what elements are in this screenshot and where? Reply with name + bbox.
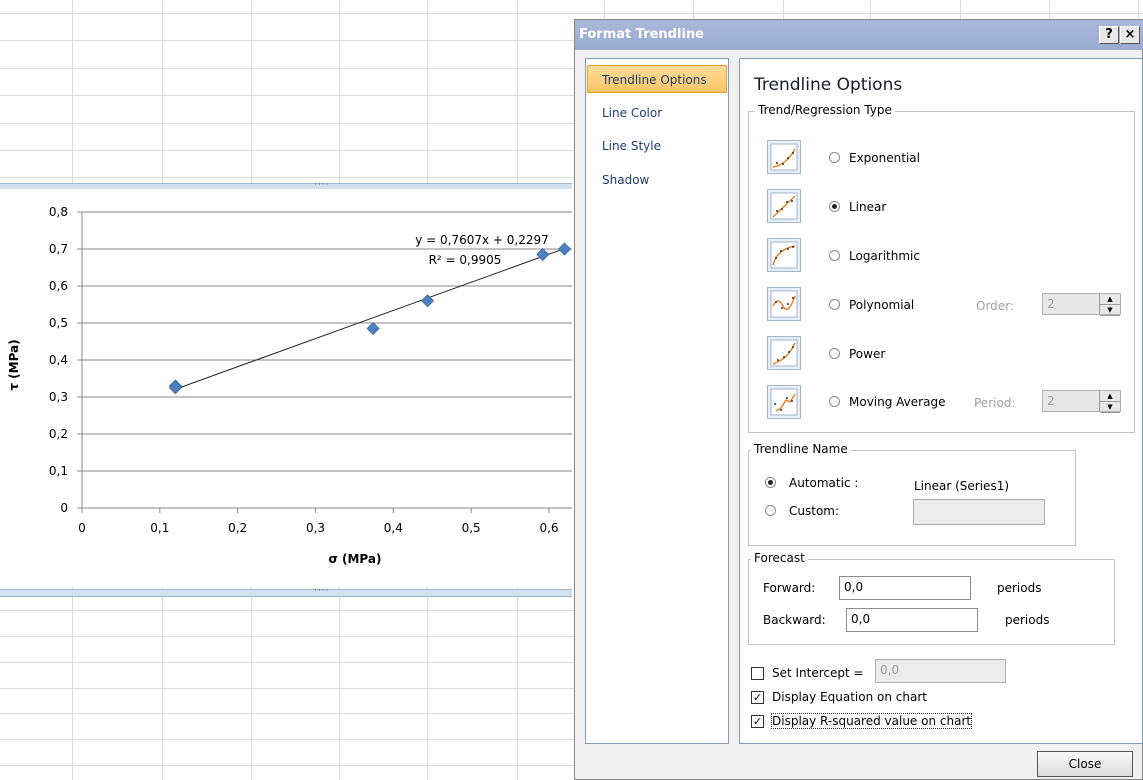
x-tick-label: 0 (78, 521, 86, 535)
linear-icon[interactable] (767, 189, 801, 223)
backward-unit: periods (1005, 613, 1050, 627)
exponential-icon[interactable] (767, 140, 801, 174)
y-tick-label: 0,1 (49, 464, 68, 478)
order-spinner: 2 ▲ ▼ (1042, 293, 1121, 316)
period-label: Period: (974, 396, 1016, 410)
custom-radio[interactable] (765, 505, 776, 516)
display-equation-checkbox[interactable]: ✓ (751, 691, 764, 704)
trendline[interactable] (175, 248, 565, 390)
nav-item-line-color[interactable]: Line Color (586, 99, 728, 127)
nav-item-trendline-options[interactable]: Trendline Options (587, 65, 727, 93)
custom-label[interactable]: Custom: (789, 504, 839, 518)
moving-average-radio[interactable] (829, 396, 840, 407)
nav-item-shadow[interactable]: Shadow (586, 166, 728, 194)
nav-item-line-style[interactable]: Line Style (586, 132, 728, 160)
logarithmic-radio[interactable] (829, 250, 840, 261)
backward-input[interactable]: 0,0 (846, 608, 978, 632)
x-axis-title: σ (MPa) (328, 552, 381, 566)
forecast-group: Forecast Forward: 0,0 periods Backward: … (748, 551, 1115, 645)
display-r-squared-checkbox[interactable]: ✓ (751, 715, 764, 728)
trendline-name-group: Trendline Name Automatic : Linear (Serie… (748, 442, 1076, 546)
y-tick-label: 0,6 (49, 279, 68, 293)
display-equation-label[interactable]: Display Equation on chart (772, 690, 927, 704)
chart-area[interactable]: 0 0,1 0,2 0,3 0,4 0,5 0,6 0,7 0,8 0 0,1 0,2 0,3 0,4 0,… (0, 189, 572, 587)
period-up-icon: ▲ (1100, 391, 1120, 402)
power-radio[interactable] (829, 348, 840, 359)
y-tick-label: 0,7 (49, 242, 68, 256)
period-value: 2 (1047, 394, 1055, 408)
y-axis-title: τ (MPa) (7, 339, 21, 390)
dialog-title: Format Trendline (579, 27, 704, 42)
automatic-radio[interactable] (765, 477, 776, 488)
custom-name-input (913, 499, 1045, 525)
x-tick-label: 0,5 (462, 521, 481, 535)
polynomial-label[interactable]: Polynomial (849, 298, 914, 312)
set-intercept-label[interactable]: Set Intercept = (772, 666, 864, 680)
polynomial-radio[interactable] (829, 299, 840, 310)
order-up-icon: ▲ (1100, 294, 1120, 305)
linear-label[interactable]: Linear (849, 200, 886, 214)
x-tick-label: 0,2 (228, 521, 247, 535)
trend-type-group: Trend/Regression Type Exponential Linear… (748, 103, 1135, 433)
exponential-radio[interactable] (829, 152, 840, 163)
order-label: Order: (976, 299, 1014, 313)
forecast-group-label: Forecast (751, 551, 808, 565)
power-icon[interactable] (767, 336, 801, 370)
scatter-chart: 0 0,1 0,2 0,3 0,4 0,5 0,6 0,7 0,8 0 0,1 0,2 0,3 0,4 0,… (7, 205, 572, 566)
exponential-label[interactable]: Exponential (849, 151, 920, 165)
format-trendline-dialog: Format Trendline ? × Trendline Options L… (574, 19, 1143, 780)
dialog-titlebar[interactable]: Format Trendline ? × (575, 20, 1143, 50)
set-intercept-input: 0,0 (875, 659, 1006, 683)
period-spinner: 2 ▲ ▼ (1042, 390, 1121, 413)
backward-label: Backward: (763, 613, 826, 627)
help-button[interactable]: ? (1099, 26, 1119, 44)
data-point[interactable] (558, 242, 572, 256)
power-label[interactable]: Power (849, 347, 885, 361)
y-tick-label: 0 (60, 501, 68, 515)
data-point[interactable] (366, 321, 380, 336)
y-tick-label: 0,3 (49, 390, 68, 404)
forward-unit: periods (997, 581, 1042, 595)
panel-title: Trendline Options (754, 75, 903, 95)
moving-average-icon[interactable] (767, 385, 801, 419)
automatic-label[interactable]: Automatic : (789, 476, 858, 490)
x-tick-label: 0,1 (150, 521, 169, 535)
y-tick-label: 0,8 (49, 205, 68, 219)
close-button[interactable]: Close (1037, 751, 1133, 777)
logarithmic-icon[interactable] (767, 238, 801, 272)
polynomial-icon[interactable] (767, 287, 801, 321)
period-down-icon: ▼ (1100, 402, 1120, 413)
options-panel: Trendline Options Trend/Regression Type … (739, 58, 1143, 744)
close-x-button[interactable]: × (1120, 26, 1140, 44)
set-intercept-checkbox[interactable] (751, 667, 764, 680)
order-value: 2 (1047, 297, 1055, 311)
trend-type-group-label: Trend/Regression Type (755, 103, 895, 117)
trendline-name-group-label: Trendline Name (751, 442, 851, 456)
category-nav: Trendline Options Line Color Line Style … (585, 58, 729, 744)
display-r-squared-label[interactable]: Display R-squared value on chart (770, 713, 973, 729)
moving-average-label[interactable]: Moving Average (849, 395, 945, 409)
y-tick-label: 0,2 (49, 427, 68, 441)
y-tick-label: 0,5 (49, 316, 68, 330)
data-point[interactable] (536, 247, 550, 262)
x-tick-label: 0,4 (384, 521, 403, 535)
equation-label[interactable]: y = 0,7607x + 0,2297 (415, 233, 549, 247)
y-tick-label: 0,4 (49, 353, 68, 367)
x-tick-label: 0,6 (539, 521, 558, 535)
logarithmic-label[interactable]: Logarithmic (849, 249, 920, 263)
chart-bottom-resize-handle[interactable]: ···· (0, 586, 572, 597)
automatic-name-value: Linear (Series1) (914, 479, 1010, 493)
linear-radio[interactable] (829, 201, 840, 212)
forward-label: Forward: (763, 581, 816, 595)
order-down-icon: ▼ (1100, 305, 1120, 316)
r-squared-label[interactable]: R² = 0,9905 (429, 253, 502, 267)
forward-input[interactable]: 0,0 (839, 576, 971, 600)
x-tick-label: 0,3 (306, 521, 325, 535)
